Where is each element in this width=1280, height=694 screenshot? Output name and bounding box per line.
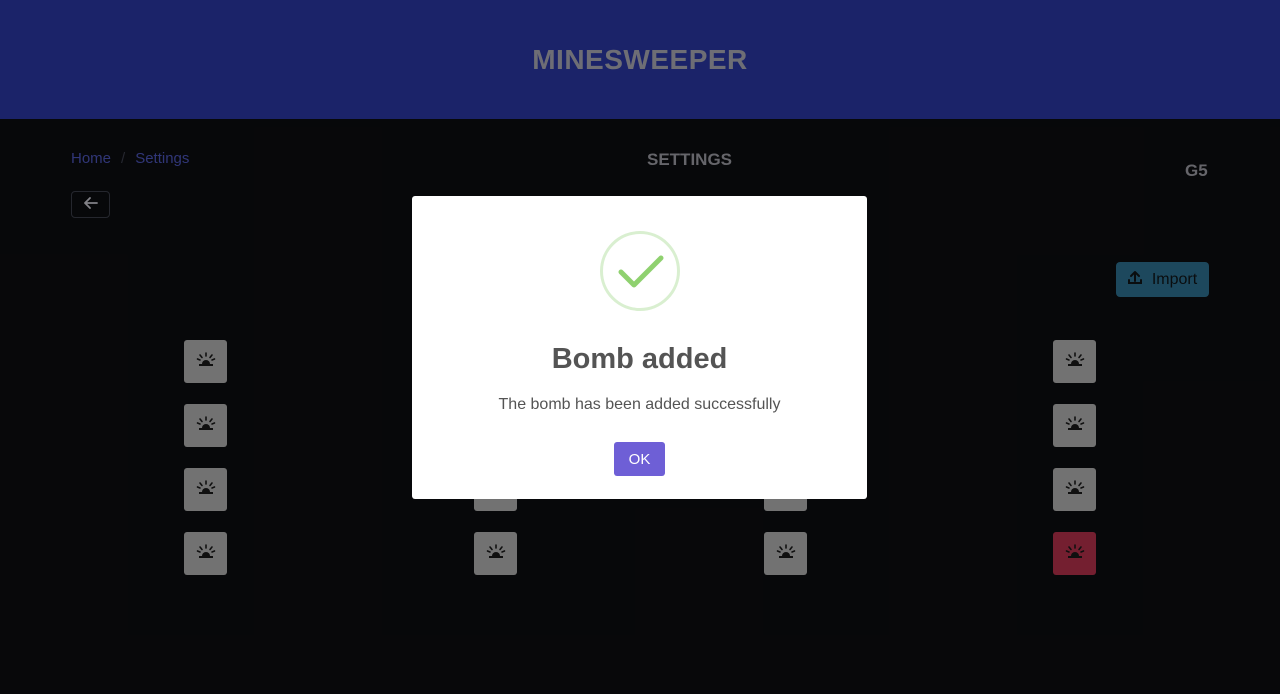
ok-button[interactable]: OK [614, 442, 665, 476]
success-check-icon [600, 231, 680, 311]
success-dialog: Bomb added The bomb has been added succe… [412, 196, 867, 499]
dialog-title: Bomb added [551, 343, 728, 375]
dialog-message: The bomb has been added successfully [498, 396, 781, 413]
